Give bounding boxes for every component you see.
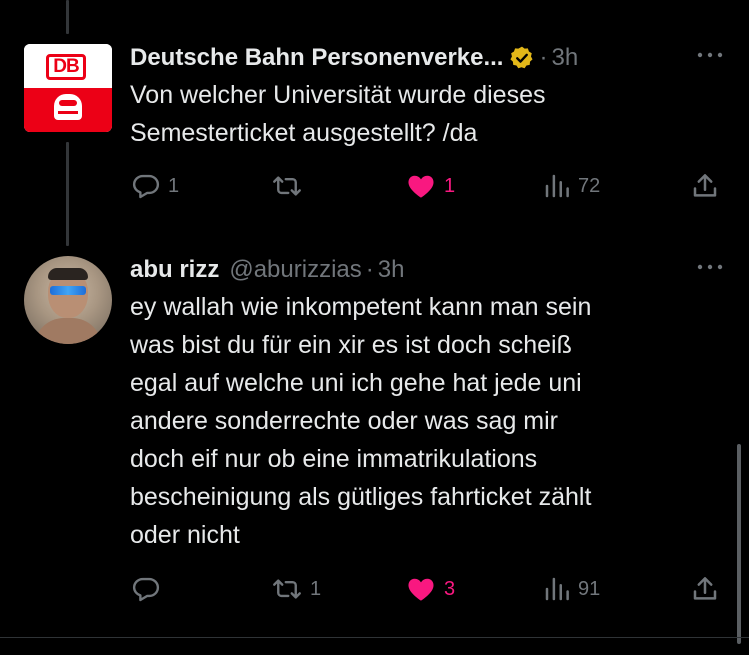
scrollbar[interactable] xyxy=(737,444,741,644)
author-name[interactable]: abu rizz xyxy=(130,256,219,284)
more-options-icon[interactable] xyxy=(695,260,725,274)
tweet-text: ey wallah wie inkompetent kann man sein … xyxy=(130,288,725,554)
tweet-text-line: egal auf welche uni ich gehe hat jede un… xyxy=(130,369,582,397)
share-icon xyxy=(693,174,717,197)
reply-icon xyxy=(132,174,160,199)
tweet-header: Deutsche Bahn Personenverke... · 3h xyxy=(130,40,725,76)
tweet-header: abu rizz @aburizzias · 3h xyxy=(130,252,725,288)
like-button[interactable]: 3 xyxy=(404,574,455,604)
share-button[interactable] xyxy=(690,574,720,604)
retweet-count: 1 xyxy=(310,577,322,600)
reply-icon xyxy=(132,577,160,602)
tweet-text: Von welcher Universität wurde dieses Sem… xyxy=(130,76,725,152)
train-icon xyxy=(54,94,82,120)
author-name[interactable]: Deutsche Bahn Personenverke... xyxy=(130,44,503,72)
views-chart-icon xyxy=(545,174,569,198)
tweet-actions: 1 1 72 xyxy=(130,171,725,201)
verified-badge-icon[interactable] xyxy=(509,45,535,71)
like-count: 1 xyxy=(444,174,456,197)
tweet-text-line: ey wallah wie inkompetent kann man sein xyxy=(130,293,592,321)
timestamp[interactable]: 3h xyxy=(551,44,578,72)
tweet-text-line: andere sonderrechte oder was sag mir xyxy=(130,407,559,435)
avatar[interactable]: DB xyxy=(24,44,112,132)
views-chart-icon xyxy=(545,577,569,601)
like-count: 3 xyxy=(444,577,456,600)
divider xyxy=(0,637,749,638)
like-button[interactable]: 1 xyxy=(404,171,455,201)
share-button[interactable] xyxy=(690,171,720,201)
tweet-actions: 1 3 91 xyxy=(130,574,725,604)
timestamp[interactable]: 3h xyxy=(378,256,405,284)
views-button[interactable]: 91 xyxy=(542,574,600,604)
retweet-icon xyxy=(273,579,301,599)
thread-connector xyxy=(66,142,69,246)
retweet-button[interactable]: 1 xyxy=(270,574,321,604)
avatar[interactable] xyxy=(24,256,112,344)
reply-button[interactable] xyxy=(130,574,168,604)
views-button[interactable]: 72 xyxy=(542,171,600,201)
separator-dot: · xyxy=(539,44,548,71)
more-options-icon[interactable] xyxy=(695,48,725,62)
tweet-text-line: was bist du für ein xir es ist doch sche… xyxy=(130,331,572,359)
db-logo-bottom xyxy=(24,88,112,132)
db-logo-mark: DB xyxy=(46,54,86,80)
avatar-sunglasses xyxy=(50,286,86,295)
heart-icon xyxy=(408,175,434,198)
reply-count: 1 xyxy=(168,174,180,197)
author-handle[interactable]: @aburizzias xyxy=(229,256,361,284)
views-count: 72 xyxy=(578,174,601,197)
tweet-text-line: Von welcher Universität wurde dieses xyxy=(130,81,546,109)
avatar-body xyxy=(34,318,102,344)
retweet-icon xyxy=(273,176,301,196)
tweet-text-line: oder nicht xyxy=(130,521,240,549)
tweet-text-line: doch eif nur ob eine immatrikulations xyxy=(130,445,538,473)
tweet-text-line: bescheinigung als gütliges fahrticket zä… xyxy=(130,483,592,511)
avatar-hair xyxy=(48,268,88,280)
heart-icon xyxy=(408,578,434,601)
tweet-text-line: Semesterticket ausgestellt? /da xyxy=(130,119,478,147)
views-count: 91 xyxy=(578,577,601,600)
db-logo-top: DB xyxy=(24,44,112,88)
retweet-button[interactable] xyxy=(270,171,310,201)
reply-button[interactable]: 1 xyxy=(130,171,179,201)
thread-connector-top xyxy=(66,0,69,34)
separator-dot: · xyxy=(365,256,374,283)
share-icon xyxy=(693,577,717,600)
